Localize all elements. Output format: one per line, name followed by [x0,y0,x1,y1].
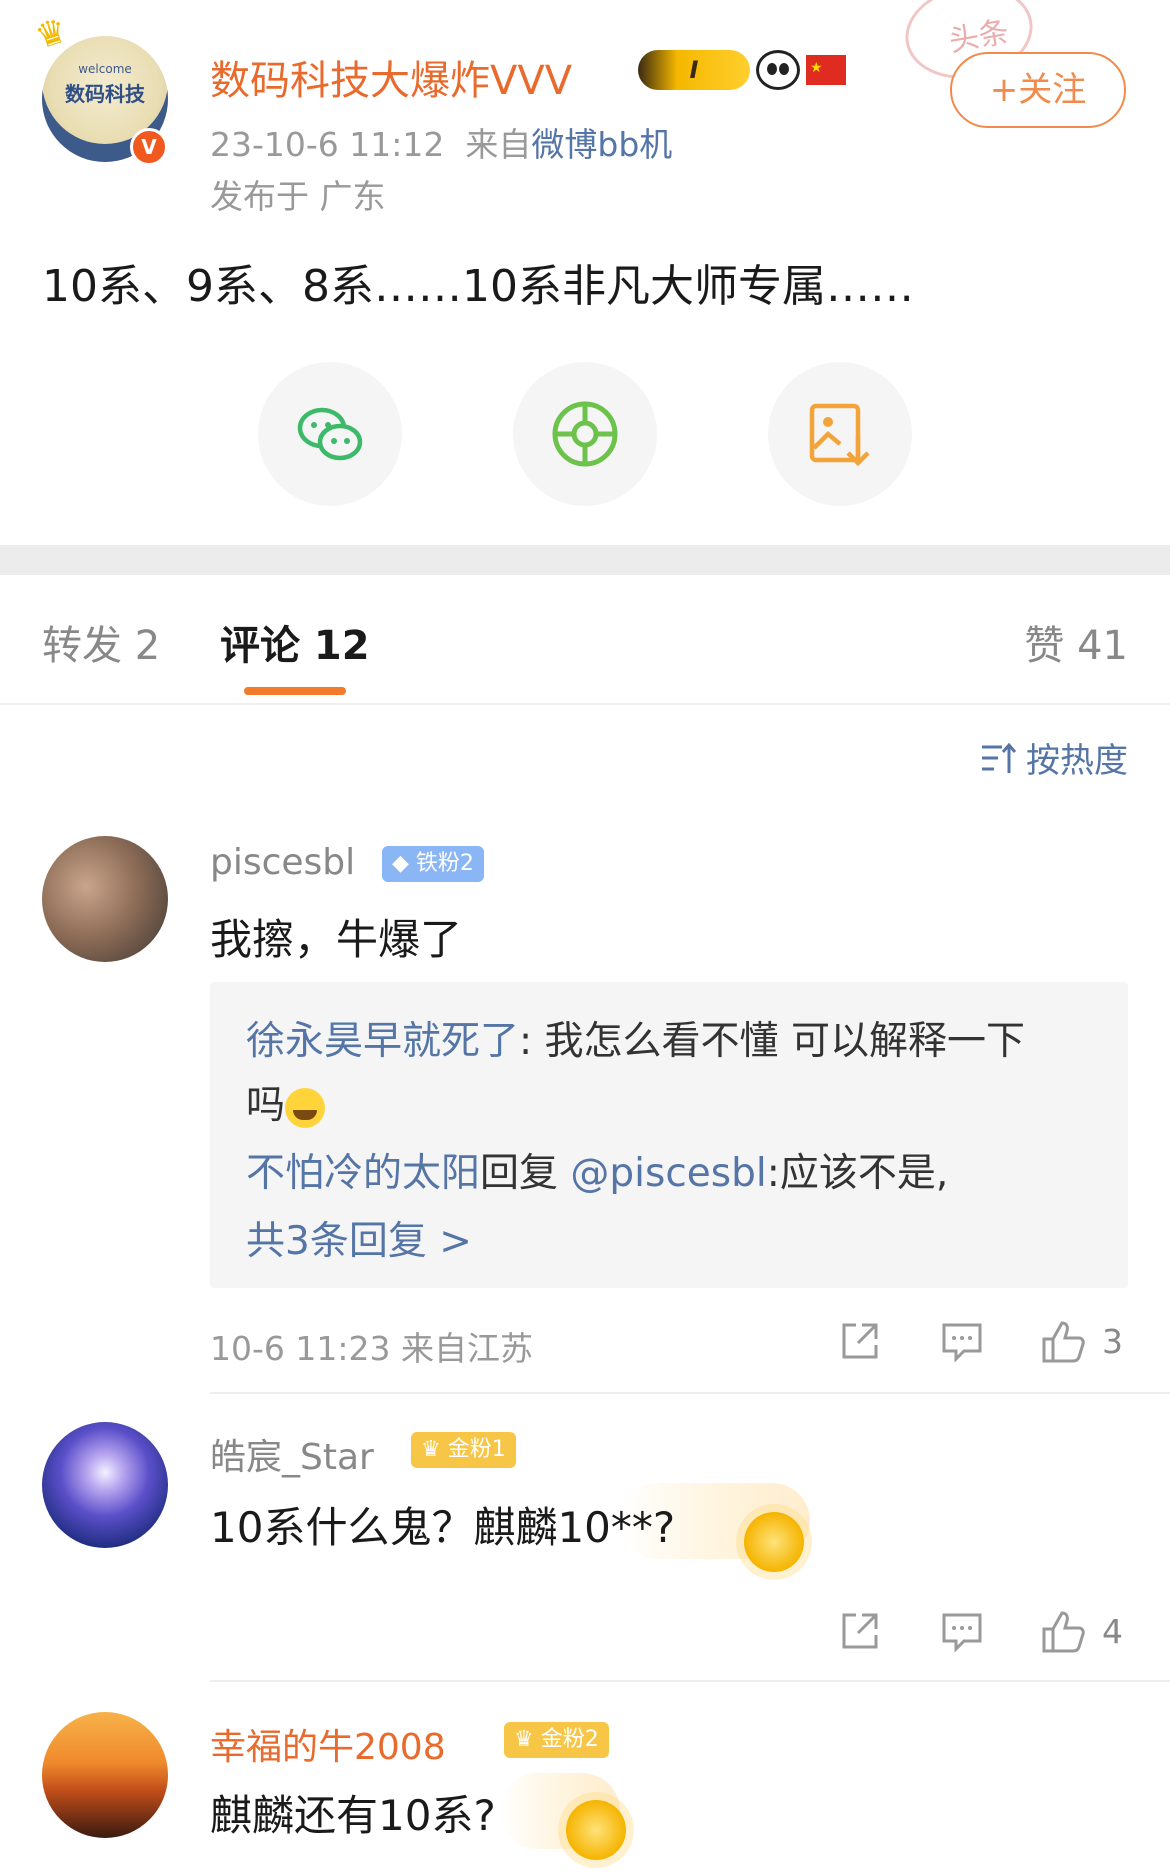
comment-separator [210,1680,1170,1682]
reply-item-continued: 吗 [246,1074,326,1130]
comment-username[interactable]: 幸福的牛2008 [210,1718,446,1770]
avatar-welcome-text: welcome [78,62,132,76]
author-name[interactable]: 数码科技大爆炸VVV [210,48,572,106]
share-icon [842,1323,878,1359]
comment-time-location: 10-6 11:23 来自江苏 [210,1329,533,1368]
thumbs-up-icon [1042,1611,1085,1653]
fan-badge-label: 金粉2 [540,1727,599,1752]
sort-label: 按热度 [1026,741,1128,781]
sort-by-hot-button[interactable]: 按热度 [980,733,1128,782]
post-meta: 23-10-6 11:12 来自微博bb机 [210,118,672,166]
post-text[interactable]: 10系、9系、8系……10系非凡大师专属…… [42,250,914,314]
save-image-button[interactable] [768,362,912,506]
tab-bar: 转发 2 评论 12 赞 41 [0,575,1170,705]
comment-separator [210,1392,1170,1394]
moments-icon [552,401,618,467]
vip-level-badge[interactable]: I [638,50,750,90]
post-source-link[interactable]: 微博bb机 [531,125,672,164]
reply-text-cont: 吗 [246,1083,286,1128]
tab-like[interactable]: 赞 41 [1024,613,1128,671]
reply-username[interactable]: 徐永昊早就死了 [246,1019,519,1064]
comment-text[interactable]: 麒麟还有10系? [210,1782,496,1843]
save-image-icon [809,403,870,467]
comment-icon [942,1613,982,1653]
panda-icon[interactable] [756,50,800,90]
medal-icon [566,1800,626,1860]
reply-item[interactable]: 不怕冷的太阳回复 @piscesbl:应该不是, [246,1142,948,1198]
comment-avatar[interactable] [42,1422,168,1548]
comment-avatar[interactable] [42,836,168,962]
comment-avatar[interactable] [42,1712,168,1838]
comment-username[interactable]: piscesbl [210,842,355,883]
source-prefix: 来自 [465,125,532,164]
view-all-replies-link[interactable]: 共3条回复 > [246,1210,472,1266]
follow-button[interactable]: +关注 [950,52,1126,128]
reply-comment-button[interactable] [940,1316,984,1366]
author-badges: I ★ [638,50,846,90]
wechat-icon [297,407,363,461]
gold-fan-badge[interactable]: ♛ 金粉1 [411,1432,516,1468]
repost-comment-button[interactable] [838,1316,882,1366]
iron-fan-badge[interactable]: ◆ 铁粉2 [382,846,484,882]
like-comment-button[interactable]: 3 [1040,1316,1123,1366]
repost-comment-button[interactable] [838,1606,882,1656]
thumbs-up-icon [1042,1321,1085,1363]
share-moments-button[interactable] [513,362,657,506]
replies-box[interactable]: 徐永昊早就死了: 我怎么看不懂 可以解释一下 吗 不怕冷的太阳回复 @pisce… [210,982,1128,1288]
tab-repost[interactable]: 转发 2 [42,613,160,671]
gold-fan-badge[interactable]: ♛ 金粉2 [504,1722,609,1758]
medal-icon [744,1512,804,1572]
verified-badge: V [130,128,168,166]
reply-verb: 回复 [480,1151,571,1196]
share-icon [842,1613,878,1649]
like-comment-button[interactable]: 4 [1040,1606,1123,1656]
laughing-emoji-icon [285,1087,326,1128]
comment-text[interactable]: 10系什么鬼？麒麟10**? [210,1494,675,1555]
active-tab-indicator [244,687,346,695]
like-count: 4 [1102,1611,1123,1651]
fan-badge-label: 金粉1 [447,1437,506,1462]
comment-icon [942,1323,982,1363]
vip-level-label: I [689,56,699,84]
post-timestamp: 23-10-6 11:12 [210,125,445,164]
avatar-brand-text: 数码科技 [65,82,145,106]
reply-item[interactable]: 徐永昊早就死了: 我怎么看不懂 可以解释一下 [246,1010,1025,1066]
like-count: 3 [1102,1321,1123,1361]
post-card: 头条 welcome 数码科技 ♛ V 数码科技大爆炸VVV I ★ +关注 2… [0,0,1170,545]
comment-text[interactable]: 我擦，牛爆了 [210,906,462,967]
fan-badge-label: 铁粉2 [415,851,474,876]
section-divider [0,545,1170,575]
china-flag-icon[interactable]: ★ [806,55,846,85]
tab-comment[interactable]: 评论 12 [220,613,370,671]
share-wechat-button[interactable] [258,362,402,506]
post-location: 发布于 广东 [210,177,386,216]
reply-username[interactable]: 不怕冷的太阳 [246,1151,480,1196]
reply-text: : 我怎么看不懂 可以解释一下 [519,1019,1025,1064]
reply-mention[interactable]: @piscesbl [570,1151,766,1196]
sort-icon [982,742,1016,773]
comment-username[interactable]: 皓宸_Star [210,1428,374,1480]
reply-text: :应该不是, [766,1151,949,1196]
reply-comment-button[interactable] [940,1606,984,1656]
